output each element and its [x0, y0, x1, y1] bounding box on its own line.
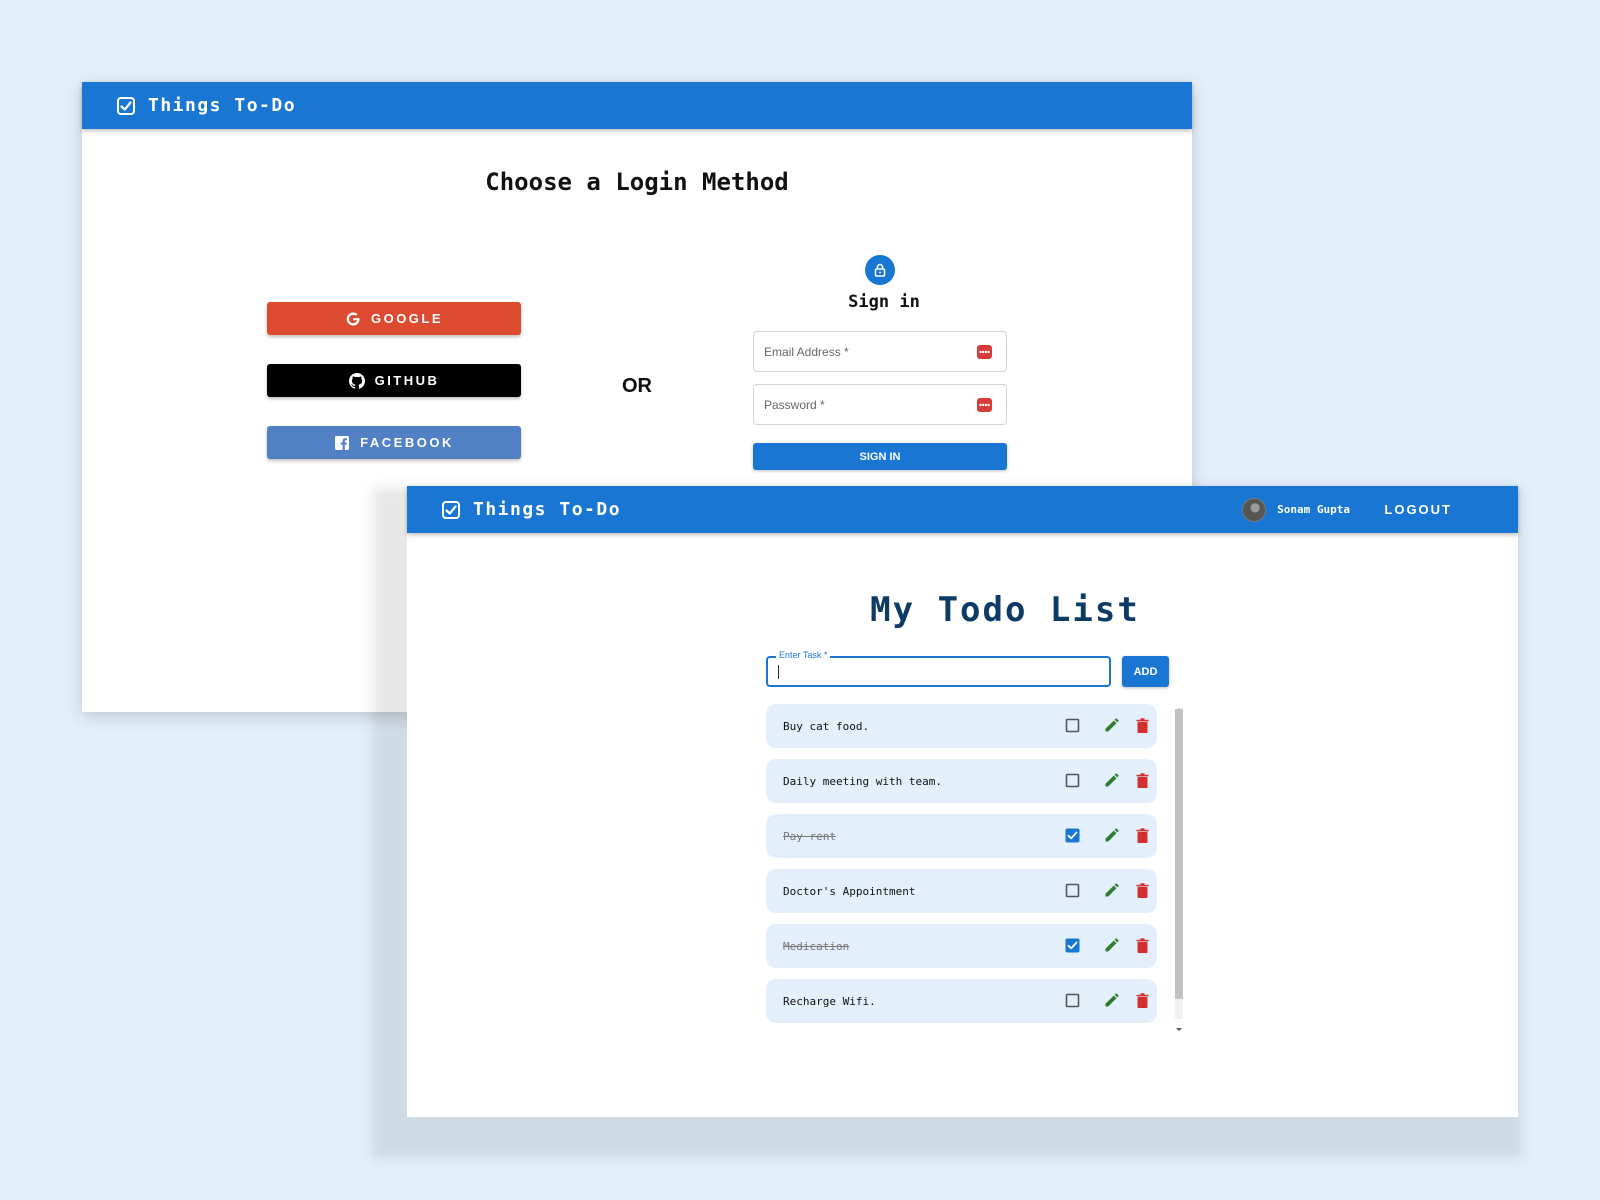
todo-window: Things To-Do Sonam Gupta LOGOUT My Todo … — [407, 486, 1518, 1117]
edit-icon[interactable] — [1103, 827, 1120, 844]
todo-list-scrollbar[interactable] — [1173, 699, 1185, 1031]
list-item: Pay rent — [766, 814, 1157, 858]
add-task-button[interactable]: ADD — [1122, 656, 1169, 687]
checkbox-checked-icon[interactable] — [1065, 938, 1080, 953]
delete-icon[interactable] — [1134, 772, 1151, 789]
google-button-label: GOOGLE — [370, 311, 444, 326]
scroll-down-icon[interactable] — [1175, 1019, 1183, 1031]
todo-text: Buy cat food. — [783, 719, 870, 733]
list-item: Medication — [766, 924, 1157, 968]
list-item: Daily meeting with team. — [766, 759, 1157, 803]
password-manager-icon[interactable] — [977, 398, 992, 412]
user-menu[interactable]: Sonam Gupta — [1242, 486, 1350, 533]
task-input-field[interactable]: Enter Task * — [766, 650, 1111, 687]
signin-title: Sign in — [848, 292, 920, 312]
delete-icon[interactable] — [1134, 992, 1151, 1009]
delete-icon[interactable] — [1134, 882, 1151, 899]
lock-icon — [865, 255, 895, 285]
login-app-bar: Things To-Do — [82, 82, 1192, 129]
password-field[interactable] — [753, 384, 1007, 425]
scroll-up-icon[interactable] — [1175, 699, 1183, 711]
text-caret — [778, 665, 779, 679]
checkbox-icon[interactable] — [1065, 993, 1080, 1008]
facebook-login-button[interactable]: FACEBOOK — [267, 426, 521, 459]
list-item: Buy cat food. — [766, 704, 1157, 748]
login-brand[interactable]: Things To-Do — [116, 95, 296, 116]
checkbox-checked-icon — [116, 96, 136, 116]
list-item: Recharge Wifi. — [766, 979, 1157, 1023]
github-icon — [348, 372, 365, 389]
checkbox-checked-icon[interactable] — [1065, 828, 1080, 843]
facebook-icon — [334, 435, 350, 451]
avatar[interactable] — [1242, 497, 1267, 522]
delete-icon[interactable] — [1134, 827, 1151, 844]
delete-icon[interactable] — [1134, 937, 1151, 954]
delete-icon[interactable] — [1134, 717, 1151, 734]
login-heading: Choose a Login Method — [485, 168, 789, 196]
todo-text: Daily meeting with team. — [783, 774, 942, 788]
edit-icon[interactable] — [1103, 992, 1120, 1009]
task-input[interactable] — [768, 658, 1109, 685]
edit-icon[interactable] — [1103, 882, 1120, 899]
password-input[interactable] — [754, 385, 1006, 424]
todo-text: Recharge Wifi. — [783, 994, 876, 1008]
github-button-label: GITHUB — [374, 373, 440, 388]
todo-text: Pay rent — [783, 829, 836, 843]
checkbox-checked-icon — [441, 500, 461, 520]
checkbox-icon[interactable] — [1065, 773, 1080, 788]
or-separator: OR — [622, 375, 652, 397]
todo-brand[interactable]: Things To-Do — [441, 499, 621, 520]
password-manager-icon[interactable] — [977, 345, 992, 359]
github-login-button[interactable]: GITHUB — [267, 364, 521, 397]
edit-icon[interactable] — [1103, 937, 1120, 954]
checkbox-icon[interactable] — [1065, 883, 1080, 898]
todo-list: Buy cat food. Daily meeting with team. Pay… — [766, 704, 1157, 1030]
edit-icon[interactable] — [1103, 717, 1120, 734]
todo-app-bar: Things To-Do Sonam Gupta LOGOUT — [407, 486, 1518, 533]
signin-button[interactable]: SIGN IN — [753, 443, 1007, 470]
user-name: Sonam Gupta — [1277, 503, 1350, 516]
google-icon — [345, 311, 361, 327]
page-title: My Todo List — [870, 590, 1140, 630]
facebook-button-label: FACEBOOK — [360, 435, 454, 450]
email-field[interactable] — [753, 331, 1007, 372]
todo-text: Medication — [783, 939, 850, 953]
todo-app-title: Things To-Do — [473, 499, 622, 520]
email-input[interactable] — [754, 332, 1006, 371]
logout-button[interactable]: LOGOUT — [1384, 486, 1452, 533]
checkbox-icon[interactable] — [1065, 718, 1080, 733]
todo-text: Doctor's Appointment — [783, 884, 916, 898]
list-item: Doctor's Appointment — [766, 869, 1157, 913]
google-login-button[interactable]: GOOGLE — [267, 302, 521, 335]
edit-icon[interactable] — [1103, 772, 1120, 789]
scroll-thumb[interactable] — [1175, 709, 1183, 999]
login-app-title: Things To-Do — [148, 95, 297, 116]
